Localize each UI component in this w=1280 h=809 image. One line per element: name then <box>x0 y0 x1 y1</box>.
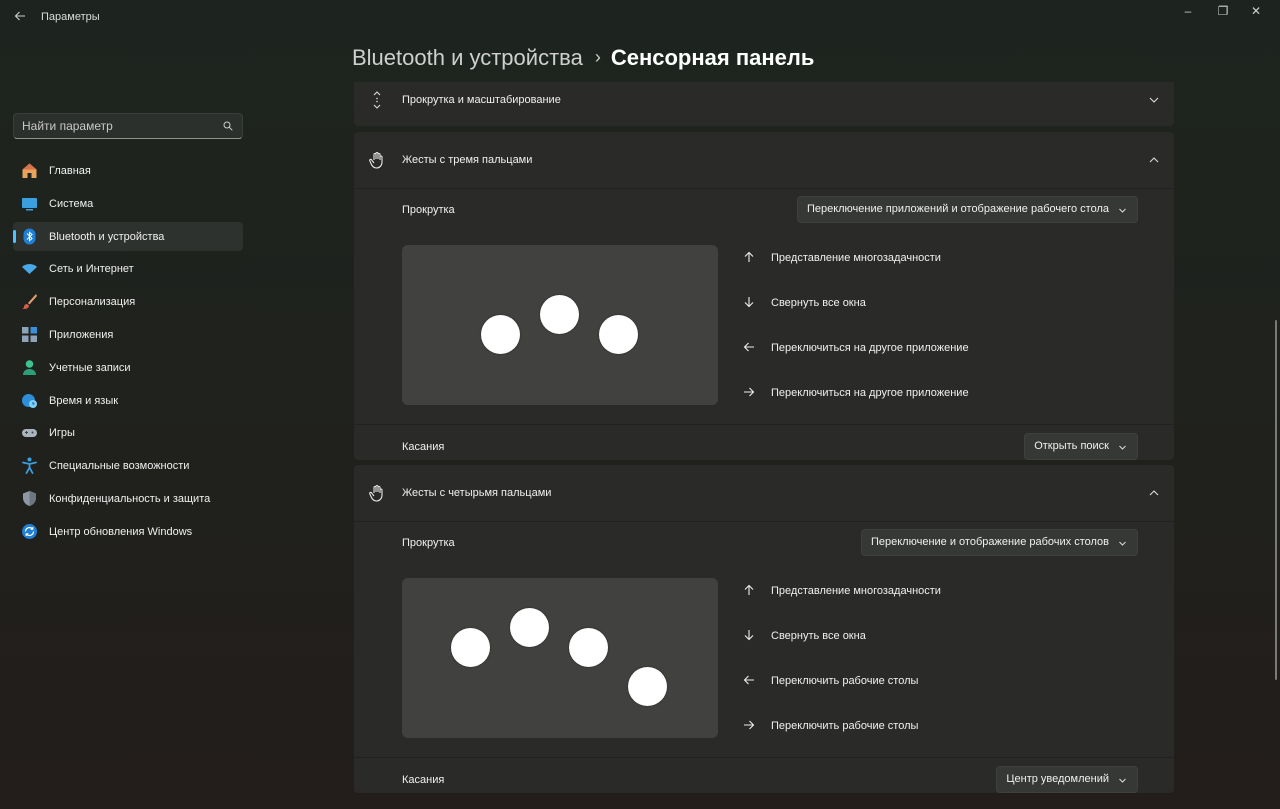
back-button[interactable] <box>10 6 30 26</box>
finger-dot <box>540 295 579 334</box>
breadcrumb-parent[interactable]: Bluetooth и устройства <box>352 45 583 70</box>
close-button[interactable]: ✕ <box>1241 3 1271 19</box>
title-bar: Параметры – ❐ ✕ <box>0 0 1280 34</box>
sidebar-nav: Главная Система Bluetooth и устройства С… <box>13 156 243 550</box>
three-finger-header[interactable]: Жесты с тремя пальцами <box>354 132 1174 188</box>
breadcrumb-separator: › <box>594 47 601 67</box>
finger-dot <box>510 608 549 647</box>
finger-dot <box>569 628 608 667</box>
chevron-down-icon <box>1119 541 1126 546</box>
four-finger-header[interactable]: Жесты с четырьмя пальцами <box>354 465 1174 521</box>
sidebar-item-apps[interactable]: Приложения <box>13 320 243 349</box>
arrow-right-icon <box>744 387 755 397</box>
sidebar-item-accessibility[interactable]: Специальные возможности <box>13 451 243 480</box>
brush-icon <box>22 294 37 310</box>
maximize-button[interactable]: ❐ <box>1208 3 1238 19</box>
sidebar-item-system[interactable]: Система <box>13 189 243 218</box>
chevron-up-icon <box>1149 490 1159 496</box>
arrow-up-icon <box>744 584 754 595</box>
search-input[interactable] <box>14 114 242 138</box>
settings-content: Прокрутка и масштабирование Жесты с трем… <box>354 82 1174 793</box>
apps-icon <box>22 326 37 342</box>
arrow-left-icon <box>743 675 754 685</box>
scrollbar[interactable] <box>1275 320 1277 680</box>
sidebar-item-home[interactable]: Главная <box>13 156 243 185</box>
four-finger-tap-dropdown[interactable]: Центр уведомлений <box>996 766 1138 793</box>
arrow-left-icon <box>743 342 754 352</box>
touchpad-illustration <box>402 578 718 738</box>
four-finger-tap-row: Касания Центр уведомлений <box>354 757 1174 793</box>
arrow-left-icon <box>14 11 25 21</box>
sidebar-item-time-language[interactable]: Время и язык <box>13 386 243 415</box>
scroll-zoom-header[interactable]: Прокрутка и масштабирование <box>354 82 1174 126</box>
touchpad-illustration <box>402 245 718 405</box>
bluetooth-icon <box>23 228 36 245</box>
three-finger-swipe-dropdown[interactable]: Переключение приложений и отображение ра… <box>796 196 1138 223</box>
hand-icon <box>369 484 383 502</box>
arrow-down-icon <box>744 297 754 308</box>
page-title: Сенсорная панель <box>610 45 815 70</box>
finger-dot <box>628 667 667 706</box>
sidebar-item-gaming[interactable]: Игры <box>13 418 243 447</box>
wifi-icon <box>22 264 37 275</box>
sidebar-item-personalization[interactable]: Персонализация <box>13 287 243 316</box>
chevron-down-icon <box>1119 778 1126 783</box>
accessibility-icon <box>22 457 37 475</box>
chevron-down-icon <box>1119 208 1126 213</box>
hand-icon <box>369 151 383 169</box>
gamepad-icon <box>22 429 37 438</box>
arrow-down-icon <box>744 630 754 641</box>
home-icon <box>22 163 37 178</box>
three-finger-card: Жесты с тремя пальцами Прокрутка Переклю… <box>354 132 1174 460</box>
sidebar-item-windows-update[interactable]: Центр обновления Windows <box>13 517 243 546</box>
update-icon <box>22 523 37 539</box>
arrow-right-icon <box>744 720 755 730</box>
arrow-up-icon <box>744 251 754 262</box>
scroll-arrows-icon <box>373 91 381 109</box>
system-icon <box>22 197 37 211</box>
four-finger-card: Жесты с четырьмя пальцами Прокрутка Пере… <box>354 465 1174 793</box>
finger-dot <box>599 315 638 354</box>
finger-dot <box>451 628 490 667</box>
app-title: Параметры <box>41 11 100 23</box>
shield-icon <box>23 490 36 506</box>
sidebar-item-accounts[interactable]: Учетные записи <box>13 353 243 382</box>
search-box[interactable] <box>13 113 243 139</box>
search-icon <box>223 121 233 131</box>
finger-dot <box>481 315 520 354</box>
scroll-zoom-card[interactable]: Прокрутка и масштабирование <box>354 82 1174 126</box>
minimize-button[interactable]: – <box>1173 3 1203 19</box>
sidebar-item-bluetooth[interactable]: Bluetooth и устройства <box>13 221 243 251</box>
sidebar-item-privacy[interactable]: Конфиденциальность и защита <box>13 484 243 513</box>
globe-clock-icon <box>22 393 37 408</box>
chevron-down-icon <box>1149 97 1159 103</box>
three-finger-tap-dropdown[interactable]: Открыть поиск <box>1024 433 1138 460</box>
selection-indicator <box>13 229 16 243</box>
three-finger-tap-row: Касания Открыть поиск <box>354 424 1174 460</box>
three-finger-swipe-row: Прокрутка Переключение приложений и отоб… <box>354 188 1174 424</box>
four-finger-swipe-dropdown[interactable]: Переключение и отображение рабочих столо… <box>860 529 1138 556</box>
sidebar-item-network[interactable]: Сеть и Интернет <box>13 254 243 283</box>
breadcrumb: Bluetooth и устройства › Сенсорная панель <box>352 45 814 71</box>
chevron-up-icon <box>1149 157 1159 163</box>
chevron-down-icon <box>1119 445 1126 450</box>
person-icon <box>23 359 36 375</box>
four-finger-swipe-row: Прокрутка Переключение и отображение раб… <box>354 521 1174 757</box>
